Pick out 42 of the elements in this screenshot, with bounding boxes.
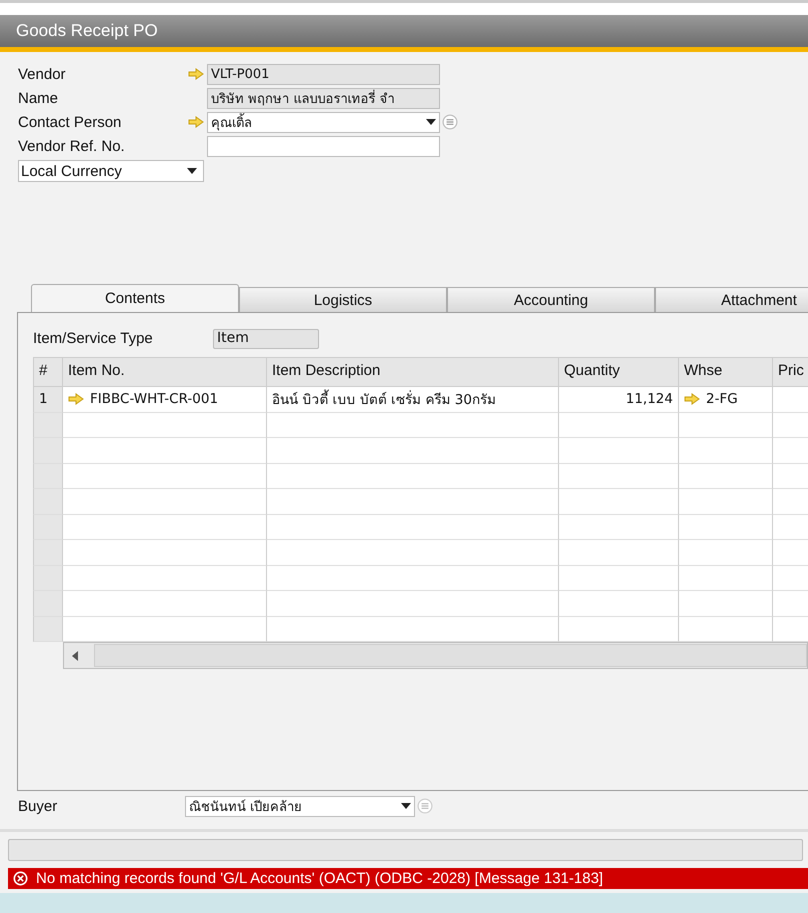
- status-message: No matching records found 'G/L Accounts' (OACT) (ODBC -2028) [Message 131-183]: [36, 870, 604, 887]
- caret-icon[interactable]: [401, 803, 411, 809]
- error-icon: [13, 871, 28, 886]
- column-header[interactable]: Item Description: [267, 357, 559, 387]
- horizontal-scrollbar[interactable]: [63, 642, 808, 669]
- link-arrow-icon[interactable]: [684, 393, 700, 406]
- table-cell: 11,124: [559, 387, 679, 412]
- input-field[interactable]: [207, 136, 440, 156]
- field-label: Vendor: [18, 66, 67, 82]
- input-field[interactable]: VLT-P001: [207, 64, 440, 84]
- column-header[interactable]: Pric: [773, 357, 808, 387]
- dropdown-field[interactable]: ณิชนันทน์ เปียคล้าย: [185, 796, 415, 816]
- link-arrow-icon[interactable]: [188, 116, 204, 128]
- link-arrow-icon[interactable]: [188, 68, 204, 80]
- table-cell: 2-FG: [679, 387, 773, 412]
- link-arrow-icon[interactable]: [68, 393, 84, 406]
- currency-dropdown[interactable]: Local Currency: [18, 160, 204, 182]
- field-label: Vendor Ref. No.: [18, 138, 126, 154]
- caret-icon[interactable]: [187, 168, 197, 174]
- field-label: Item/Service Type: [33, 330, 154, 347]
- field-label: Contact Person: [18, 114, 122, 130]
- left-arrow-icon[interactable]: [72, 650, 78, 660]
- table-cell: อินน์ บิวตี้ เบบ บัตต์ เซรั่ม ครีม 30กรัม: [267, 387, 559, 412]
- column-header[interactable]: Item No.: [63, 357, 267, 387]
- column-header[interactable]: Quantity: [559, 357, 679, 387]
- tab[interactable]: Attachment: [655, 287, 808, 312]
- field-label: Name: [18, 90, 60, 106]
- input-field[interactable]: บริษัท พฤกษา แลบบอราเทอรี่ จำ: [207, 88, 440, 108]
- caret-icon[interactable]: [426, 119, 436, 125]
- dropdown-field[interactable]: คุณเติ้ล: [207, 112, 440, 132]
- window-title: Goods Receipt PO: [16, 21, 158, 41]
- input-field[interactable]: Item: [213, 328, 319, 348]
- table-cell: FIBBC-WHT-CR-001: [63, 387, 267, 412]
- column-header[interactable]: Whse: [679, 357, 773, 387]
- table-cell: 1: [33, 387, 63, 412]
- tab[interactable]: Logistics: [239, 287, 447, 312]
- list-icon[interactable]: [417, 798, 433, 814]
- list-icon[interactable]: [442, 114, 458, 130]
- tab[interactable]: Accounting: [447, 287, 655, 312]
- field-label: Buyer: [18, 798, 58, 814]
- column-header[interactable]: #: [33, 357, 63, 387]
- tab[interactable]: Contents: [31, 284, 239, 312]
